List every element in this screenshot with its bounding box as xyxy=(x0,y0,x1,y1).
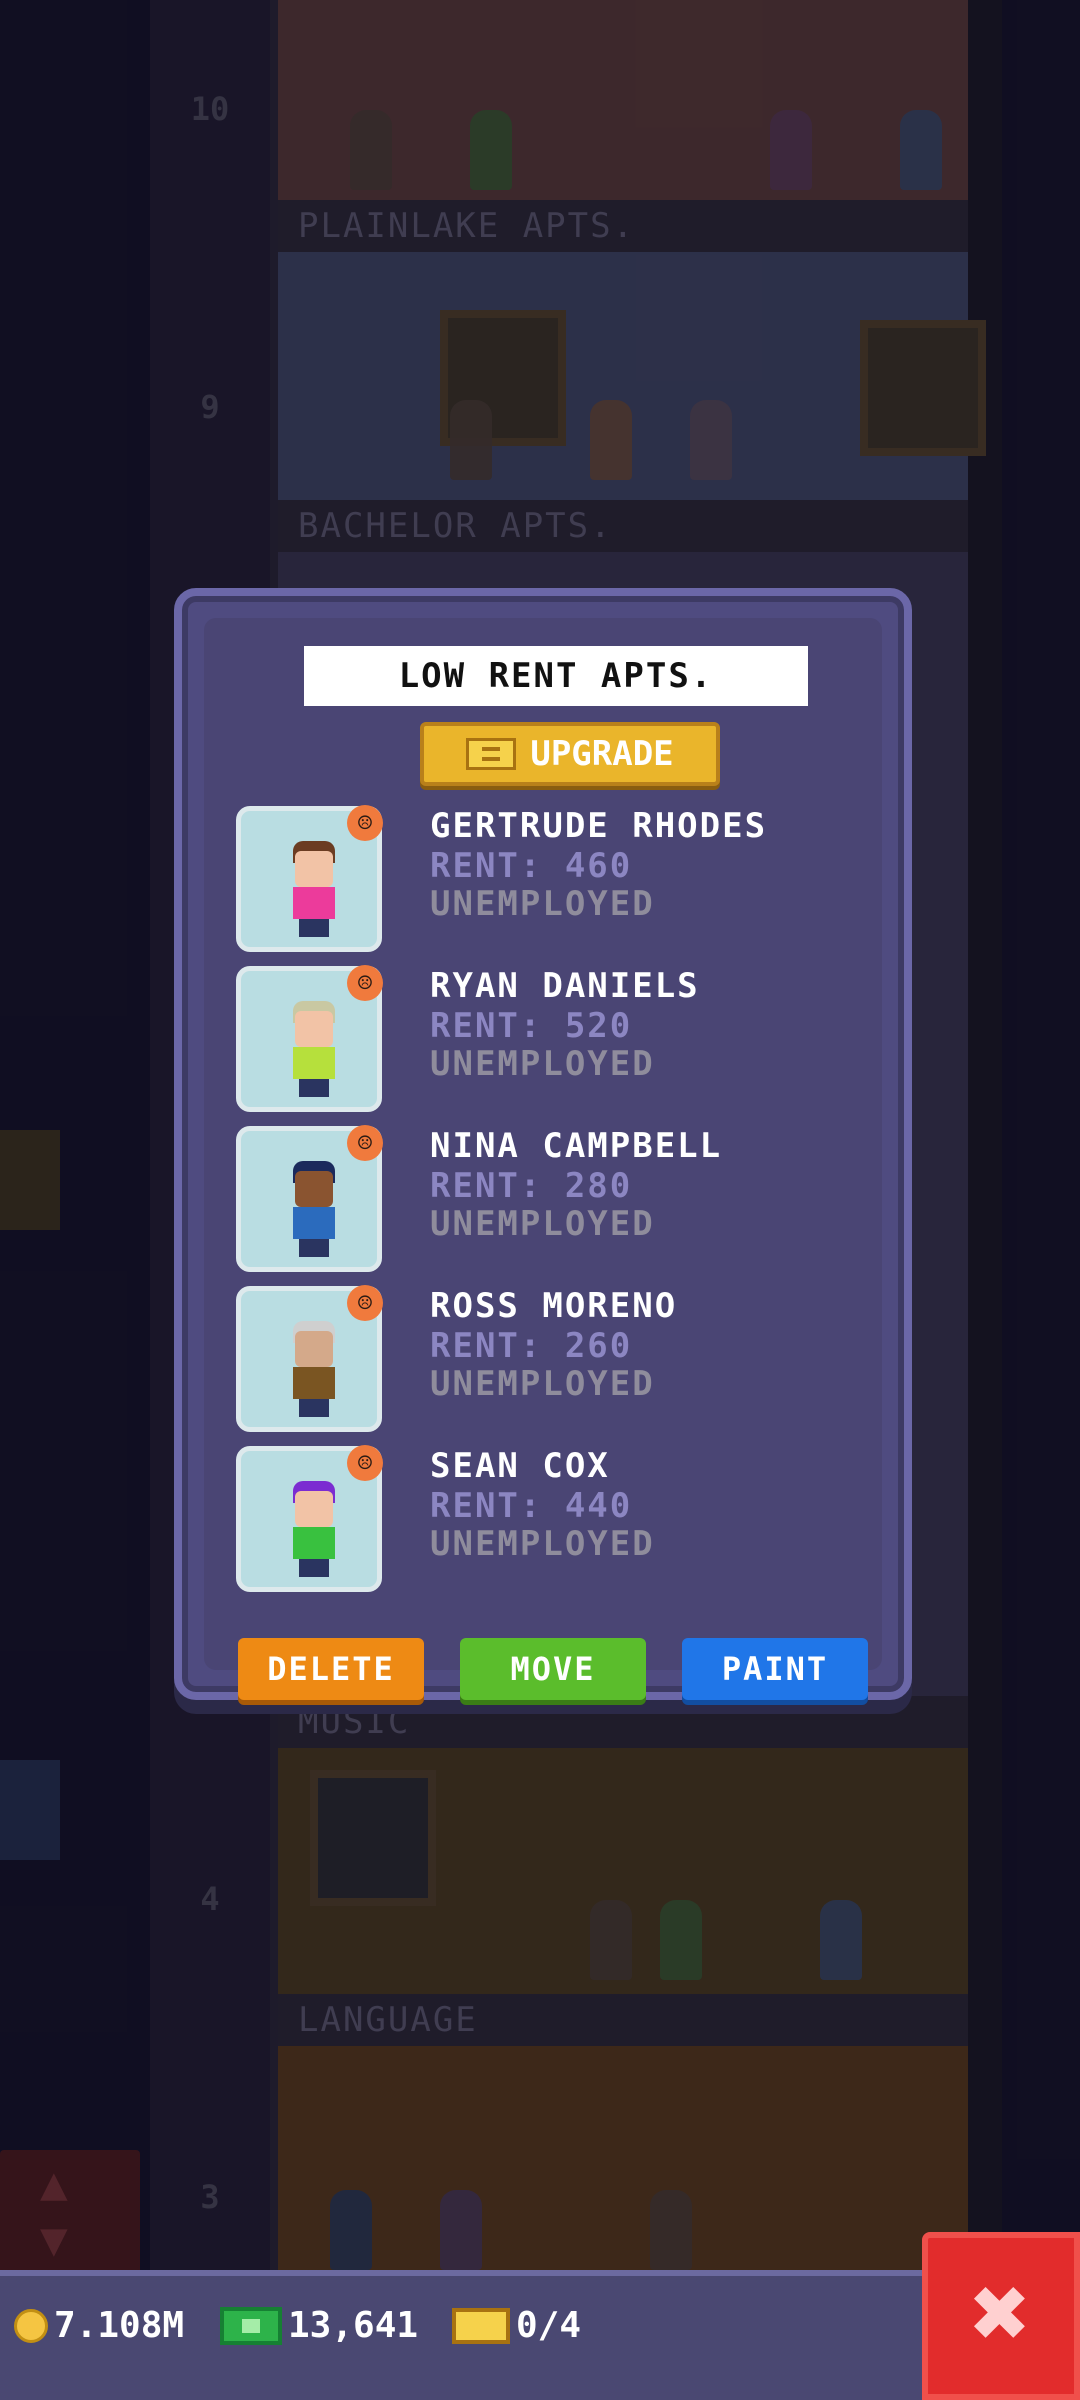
coins-counter: 7.108M xyxy=(14,2304,184,2348)
person-icon xyxy=(291,1001,337,1099)
figure-head xyxy=(295,1011,333,1047)
tenant-portrait[interactable]: ☹ xyxy=(236,805,383,952)
figure-legs xyxy=(299,1399,329,1417)
tenant-row[interactable]: ☹ ROSS MORENO RENT: 260 UNEMPLOYED xyxy=(236,1285,876,1436)
tenant-row[interactable]: ☹ RYAN DANIELS RENT: 520 UNEMPLOYED xyxy=(236,965,876,1116)
figure-body xyxy=(293,887,335,919)
unhappy-face-icon: ☹ xyxy=(347,805,383,841)
figure-head xyxy=(295,1331,333,1367)
tenant-job: UNEMPLOYED xyxy=(430,884,655,924)
tenant-job: UNEMPLOYED xyxy=(430,1524,655,1564)
close-icon: ✖ xyxy=(970,2254,1032,2371)
figure-body xyxy=(293,1047,335,1079)
paint-button[interactable]: PAINT xyxy=(682,1638,868,1700)
tenant-rent: RENT: 280 xyxy=(430,1166,633,1206)
figure-legs xyxy=(299,1559,329,1577)
tenant-portrait[interactable]: ☹ xyxy=(236,1285,383,1432)
figure-body xyxy=(293,1367,335,1399)
floor-title: LOW RENT APTS. xyxy=(304,646,808,706)
move-button[interactable]: MOVE xyxy=(460,1638,646,1700)
tower-bux-icon xyxy=(220,2307,282,2345)
tenant-job: UNEMPLOYED xyxy=(430,1204,655,1244)
person-icon xyxy=(291,841,337,939)
person-icon xyxy=(291,1321,337,1419)
tenant-job: UNEMPLOYED xyxy=(430,1044,655,1084)
coins-value: 7.108M xyxy=(54,2305,185,2346)
tenant-portrait[interactable]: ☹ xyxy=(236,1445,383,1592)
figure-legs xyxy=(299,1239,329,1257)
tenant-row[interactable]: ☹ GERTRUDE RHODES RENT: 460 UNEMPLOYED xyxy=(236,805,876,956)
bux-counter: 13,641 xyxy=(220,2304,418,2348)
unhappy-face-icon: ☹ xyxy=(347,1125,383,1161)
figure-legs xyxy=(299,1079,329,1097)
golden-ticket-icon xyxy=(452,2308,510,2344)
tenant-name: GERTRUDE RHODES xyxy=(430,806,768,846)
person-icon xyxy=(291,1481,337,1579)
figure-head xyxy=(295,1171,333,1207)
tenant-rent: RENT: 520 xyxy=(430,1006,633,1046)
ticket-icon xyxy=(466,738,517,770)
tenant-rent: RENT: 460 xyxy=(430,846,633,886)
figure-body xyxy=(293,1207,335,1239)
tenant-portrait[interactable]: ☹ xyxy=(236,1125,383,1272)
person-icon xyxy=(291,1161,337,1259)
tenant-job: UNEMPLOYED xyxy=(430,1364,655,1404)
close-button[interactable]: ✖ xyxy=(922,2232,1080,2400)
unhappy-face-icon: ☹ xyxy=(347,965,383,1001)
delete-button[interactable]: DELETE xyxy=(238,1638,424,1700)
bux-value: 13,641 xyxy=(288,2305,419,2346)
tenant-rent: RENT: 440 xyxy=(430,1486,633,1526)
figure-head xyxy=(295,1491,333,1527)
upgrade-button[interactable]: UPGRADE xyxy=(420,722,720,786)
unhappy-face-icon: ☹ xyxy=(347,1285,383,1321)
tenant-rent: RENT: 260 xyxy=(430,1326,633,1366)
tenant-row[interactable]: ☹ NINA CAMPBELL RENT: 280 UNEMPLOYED xyxy=(236,1125,876,1276)
tickets-value: 0/4 xyxy=(516,2305,582,2346)
tenant-name: SEAN COX xyxy=(430,1446,610,1486)
tenant-name: RYAN DANIELS xyxy=(430,966,700,1006)
floor-dialog: LOW RENT APTS. UPGRADE ☹ GERTRUDE RHODES… xyxy=(174,588,912,1700)
upgrade-label: UPGRADE xyxy=(530,734,674,774)
figure-legs xyxy=(299,919,329,937)
tenant-row[interactable]: ☹ SEAN COX RENT: 440 UNEMPLOYED xyxy=(236,1445,876,1596)
floor-dialog-panel: LOW RENT APTS. UPGRADE ☹ GERTRUDE RHODES… xyxy=(204,618,882,1700)
unhappy-face-icon: ☹ xyxy=(347,1445,383,1481)
tenant-name: NINA CAMPBELL xyxy=(430,1126,723,1166)
figure-head xyxy=(295,851,333,887)
coin-icon xyxy=(14,2309,48,2343)
tickets-counter: 0/4 xyxy=(452,2304,581,2348)
currency-status-bar: 7.108M 13,641 0/4 xyxy=(0,2270,925,2400)
figure-body xyxy=(293,1527,335,1559)
tenant-name: ROSS MORENO xyxy=(430,1286,678,1326)
tenant-portrait[interactable]: ☹ xyxy=(236,965,383,1112)
